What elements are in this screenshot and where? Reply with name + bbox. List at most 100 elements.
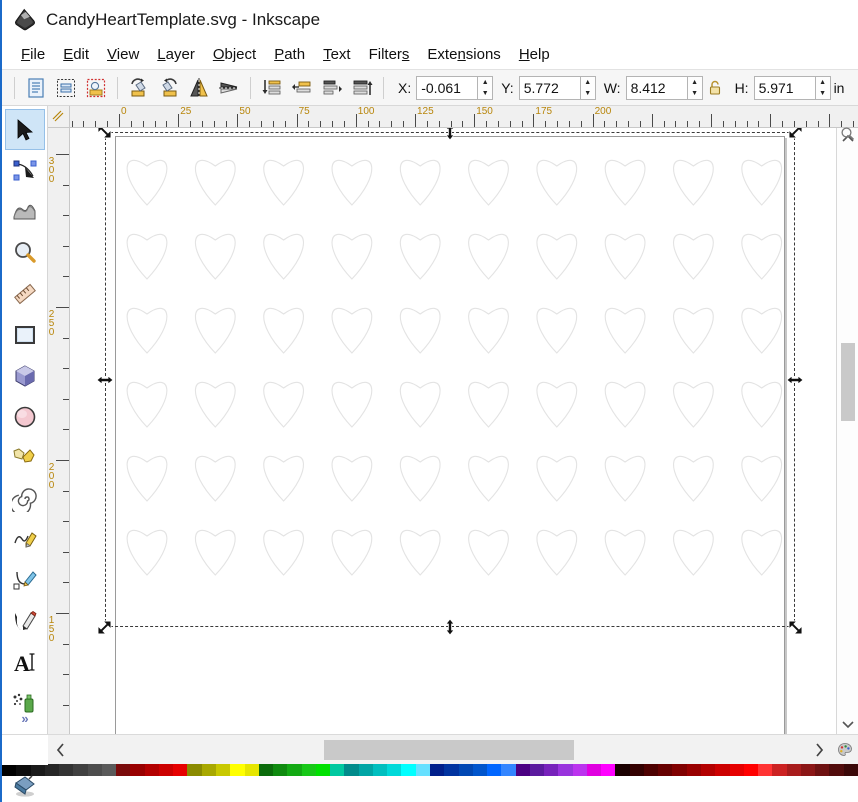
- vertical-ruler[interactable]: 300250200150: [48, 128, 70, 734]
- palette-swatch[interactable]: [501, 764, 515, 776]
- y-input[interactable]: [519, 76, 581, 100]
- lower-icon[interactable]: [317, 73, 347, 103]
- palette-swatch[interactable]: [487, 764, 501, 776]
- palette-swatch[interactable]: [658, 764, 672, 776]
- selection-handle-bottom-right[interactable]: [786, 618, 804, 636]
- menu-edit[interactable]: Edit: [54, 44, 98, 65]
- menu-help[interactable]: Help: [510, 44, 559, 65]
- menu-file[interactable]: File: [12, 44, 54, 65]
- selection-handle-middle-right[interactable]: [786, 371, 804, 389]
- x-spin-up-icon[interactable]: ▲: [478, 77, 492, 88]
- w-spin-up-icon[interactable]: ▲: [688, 77, 702, 88]
- w-spin-buttons[interactable]: ▲ ▼: [688, 76, 703, 100]
- selection-handle-top-right[interactable]: [786, 128, 804, 141]
- palette-swatch[interactable]: [159, 764, 173, 776]
- lock-ratio-icon[interactable]: [703, 73, 727, 103]
- drawing-canvas[interactable]: [70, 128, 836, 734]
- vertical-scrollbar[interactable]: [836, 128, 858, 734]
- menu-view[interactable]: View: [98, 44, 148, 65]
- palette-swatch[interactable]: [259, 764, 273, 776]
- menu-filters[interactable]: Filters: [360, 44, 419, 65]
- palette-swatch[interactable]: [430, 764, 444, 776]
- vertical-scroll-thumb[interactable]: [841, 343, 855, 421]
- y-spin-down-icon[interactable]: ▼: [581, 88, 595, 99]
- selection-handles[interactable]: [70, 128, 836, 734]
- palette-swatch[interactable]: [102, 764, 116, 776]
- palette-swatch[interactable]: [401, 764, 415, 776]
- vertical-scroll-track[interactable]: [837, 148, 858, 714]
- selection-handle-bottom-left[interactable]: [96, 618, 114, 636]
- horizontal-ruler[interactable]: 0255075100125150175200: [70, 106, 858, 128]
- selection-handle-bottom-center[interactable]: [441, 618, 459, 636]
- rotate-cw-icon[interactable]: [154, 73, 184, 103]
- palette-swatch[interactable]: [173, 764, 187, 776]
- menu-path[interactable]: Path: [265, 44, 314, 65]
- palette-swatch[interactable]: [687, 764, 701, 776]
- zoom-tool[interactable]: [5, 232, 45, 273]
- palette-swatch[interactable]: [216, 764, 230, 776]
- palette-swatch[interactable]: [672, 764, 686, 776]
- color-palette-strip[interactable]: [2, 764, 858, 776]
- palette-swatch[interactable]: [558, 764, 572, 776]
- units-selector[interactable]: in: [834, 80, 848, 96]
- y-spin-buttons[interactable]: ▲ ▼: [581, 76, 596, 100]
- y-spin-up-icon[interactable]: ▲: [581, 77, 595, 88]
- raise-icon[interactable]: [287, 73, 317, 103]
- node-tool[interactable]: [5, 150, 45, 191]
- calligraphy-tool[interactable]: [5, 601, 45, 642]
- h-spin-up-icon[interactable]: ▲: [816, 77, 830, 88]
- select-all-in-all-layers-icon[interactable]: [51, 73, 81, 103]
- palette-swatch[interactable]: [459, 764, 473, 776]
- measure-tool[interactable]: [5, 273, 45, 314]
- spiral-tool[interactable]: [5, 478, 45, 519]
- selection-handle-top-left[interactable]: [96, 128, 114, 141]
- palette-swatch[interactable]: [330, 764, 344, 776]
- palette-swatch[interactable]: [416, 764, 430, 776]
- toolbox-overflow-icon[interactable]: »: [2, 711, 48, 726]
- palette-swatch[interactable]: [316, 764, 330, 776]
- palette-swatch[interactable]: [145, 764, 159, 776]
- h-spin-down-icon[interactable]: ▼: [816, 88, 830, 99]
- palette-swatch[interactable]: [473, 764, 487, 776]
- x-input[interactable]: [416, 76, 478, 100]
- ruler-corner[interactable]: [48, 106, 70, 128]
- palette-swatch[interactable]: [245, 764, 259, 776]
- palette-swatch[interactable]: [202, 764, 216, 776]
- h-spin-buttons[interactable]: ▲ ▼: [816, 76, 831, 100]
- palette-swatch[interactable]: [644, 764, 658, 776]
- palette-swatch[interactable]: [387, 764, 401, 776]
- raise-to-top-icon[interactable]: [257, 73, 287, 103]
- palette-swatch[interactable]: [844, 764, 858, 776]
- h-input[interactable]: [754, 76, 816, 100]
- scroll-down-icon[interactable]: [837, 714, 858, 734]
- lower-to-bottom-icon[interactable]: [347, 73, 377, 103]
- menu-extensions[interactable]: Extensions: [418, 44, 509, 65]
- flip-vertical-icon[interactable]: [214, 73, 244, 103]
- palette-swatch[interactable]: [302, 764, 316, 776]
- palette-swatch[interactable]: [530, 764, 544, 776]
- palette-swatch[interactable]: [787, 764, 801, 776]
- x-spinner[interactable]: ▲ ▼: [416, 76, 493, 100]
- palette-swatch[interactable]: [701, 764, 715, 776]
- y-spinner[interactable]: ▲ ▼: [519, 76, 596, 100]
- horizontal-scroll-track[interactable]: [74, 735, 806, 765]
- rotate-ccw-icon[interactable]: [124, 73, 154, 103]
- palette-swatch[interactable]: [287, 764, 301, 776]
- tweak-tool[interactable]: [5, 191, 45, 232]
- palette-swatch[interactable]: [116, 764, 130, 776]
- palette-swatch[interactable]: [815, 764, 829, 776]
- w-input[interactable]: [626, 76, 688, 100]
- palette-swatch[interactable]: [587, 764, 601, 776]
- scroll-left-icon[interactable]: [48, 735, 74, 765]
- selection-handle-middle-left[interactable]: [96, 371, 114, 389]
- zoom-corner-icon[interactable]: [838, 124, 856, 142]
- palette-swatch[interactable]: [772, 764, 786, 776]
- palette-swatch[interactable]: [829, 764, 843, 776]
- h-spinner[interactable]: ▲ ▼: [754, 76, 831, 100]
- deselect-icon[interactable]: [81, 73, 111, 103]
- selector-tool[interactable]: [5, 109, 45, 150]
- menu-text[interactable]: Text: [314, 44, 360, 65]
- paintbucket-tool[interactable]: [5, 765, 45, 802]
- palette-swatch[interactable]: [59, 764, 73, 776]
- menu-object[interactable]: Object: [204, 44, 265, 65]
